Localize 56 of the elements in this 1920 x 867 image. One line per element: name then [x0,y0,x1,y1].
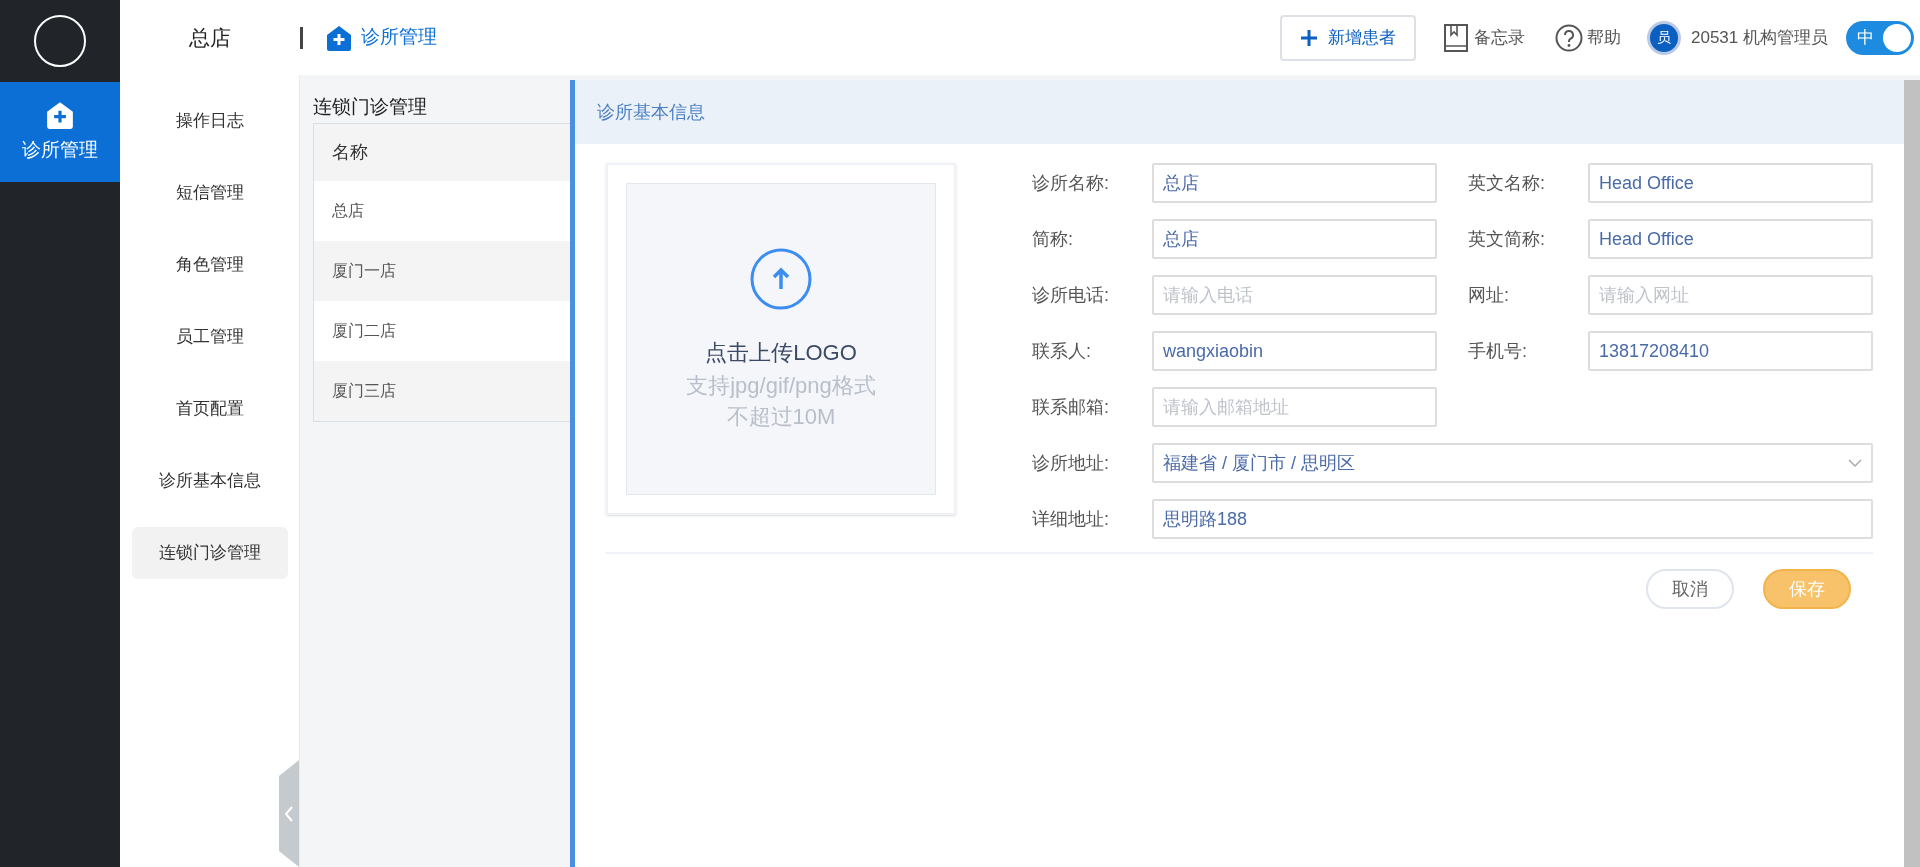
memo-link[interactable]: 备忘录 [1444,23,1525,52]
menu-item[interactable]: 员工管理 [131,311,288,363]
field-label: 网址: [1468,283,1510,307]
menu-item[interactable]: 短信管理 [131,167,288,219]
chevron-left-icon [284,804,294,823]
input-field[interactable]: 13817208410 [1588,331,1873,371]
field-label: 诊所名称: [1032,171,1110,195]
field-label: 英文简称: [1468,227,1546,251]
rail-item[interactable]: 诊所管理 [0,82,120,182]
add-patient-button[interactable]: 新增患者 [1280,14,1416,61]
field-label: 简称: [1032,227,1074,251]
user-name: 20531 机构管理员 [1691,26,1828,49]
plus-icon [1300,28,1318,47]
chevron-down-icon [1848,459,1862,467]
input-field[interactable]: 总店 [1152,219,1437,259]
upload-title: 点击上传LOGO [705,338,857,367]
input-field[interactable]: 思明路188 [1152,499,1873,539]
field-label: 联系邮箱: [1032,395,1110,419]
field-label: 详细地址: [1032,507,1110,531]
collapse-tab[interactable] [279,760,299,867]
table-row[interactable]: 厦门二店 [314,301,570,361]
house-plus-icon [325,23,353,52]
field-label: 手机号: [1468,339,1528,363]
menu-item[interactable]: 首页配置 [131,383,288,435]
scrollbar[interactable] [1904,80,1920,867]
field-label: 英文名称: [1468,171,1546,195]
store-name: 总店 [188,24,232,51]
cancel-button[interactable]: 取消 [1646,569,1734,609]
table-row[interactable]: 总店 [314,181,570,241]
upload-hint: 支持jpg/gif/png格式 [686,371,876,400]
user-avatar[interactable]: 员 [1647,20,1681,55]
upload-limit: 不超过10M [726,402,836,431]
input-field[interactable]: 请输入邮箱地址 [1152,387,1437,427]
help-icon [1555,23,1583,52]
field-label: 联系人: [1032,339,1092,363]
upload-area[interactable]: 点击上传LOGO 支持jpg/gif/png格式 不超过10M [626,183,936,495]
field-label: 诊所电话: [1032,283,1110,307]
menu-item[interactable]: 角色管理 [131,239,288,291]
field-label: 诊所地址: [1032,451,1110,475]
input-field[interactable]: wangxiaobin [1152,331,1437,371]
input-field[interactable]: 总店 [1152,163,1437,203]
list-title: 连锁门诊管理 [313,95,428,119]
input-field[interactable]: Head Office [1588,219,1873,259]
menu-item[interactable]: 诊所基本信息 [131,455,288,507]
input-field[interactable]: Head Office [1588,163,1873,203]
input-field[interactable]: 请输入网址 [1588,275,1873,315]
address-select[interactable]: 福建省 / 厦门市 / 思明区 [1152,443,1873,483]
input-field[interactable]: 请输入电话 [1152,275,1437,315]
help-link[interactable]: 帮助 [1555,23,1621,52]
menu-item[interactable]: 连锁门诊管理 [131,527,288,579]
breadcrumb-link[interactable]: 诊所管理 [361,23,437,52]
language-toggle[interactable]: 中 [1846,20,1914,55]
upload-icon [750,247,812,310]
section-header: 诊所基本信息 [575,80,1904,144]
menu-item[interactable]: 操作日志 [131,95,288,147]
notebook-icon [1444,23,1468,52]
